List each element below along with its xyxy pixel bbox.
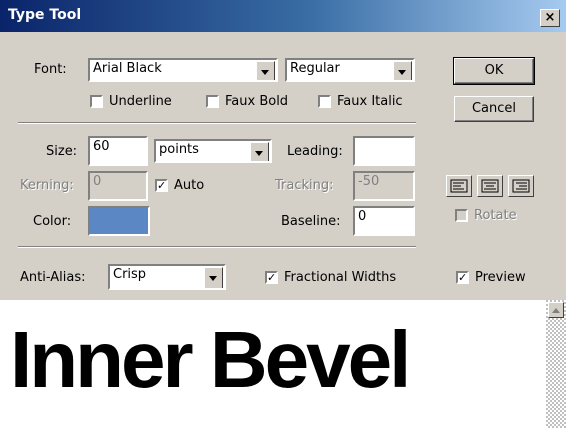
font-label: Font: [34, 62, 67, 77]
underline-label: Underline [109, 94, 172, 109]
anti-alias-value: Crisp [113, 267, 147, 282]
leading-label: Leading: [287, 144, 343, 159]
font-style-value: Regular [290, 61, 340, 76]
rotate-checkbox [455, 209, 468, 222]
kerning-label: Kerning: [20, 178, 74, 193]
faux-bold-checkbox[interactable] [206, 95, 219, 108]
size-unit-dropdown[interactable]: points [154, 139, 272, 163]
ok-button[interactable]: OK [453, 57, 535, 85]
preview-scrollbar[interactable] [546, 300, 566, 428]
kerning-auto-label: Auto [174, 178, 205, 193]
divider [18, 246, 416, 248]
baseline-label: Baseline: [281, 214, 341, 229]
scroll-up-button[interactable] [548, 302, 564, 318]
size-input[interactable]: 60 [88, 136, 148, 166]
align-center-button[interactable] [477, 175, 503, 197]
align-left-icon [450, 179, 468, 193]
color-swatch[interactable] [88, 206, 150, 236]
faux-italic-checkbox[interactable] [318, 95, 331, 108]
faux-italic-label: Faux Italic [337, 94, 403, 109]
anti-alias-dropdown[interactable]: Crisp [108, 264, 226, 290]
rotate-label: Rotate [474, 208, 517, 223]
color-label: Color: [33, 214, 72, 229]
size-label: Size: [46, 144, 78, 159]
chevron-down-icon [204, 267, 223, 288]
tracking-input: -50 [353, 171, 415, 201]
align-right-icon [512, 179, 530, 193]
window-title: Type Tool [8, 7, 82, 23]
cancel-button[interactable]: Cancel [454, 96, 534, 122]
underline-checkbox[interactable] [90, 95, 103, 108]
font-family-dropdown[interactable]: Arial Black [88, 58, 278, 82]
align-left-button[interactable] [446, 175, 472, 197]
tracking-label: Tracking: [275, 178, 334, 193]
size-unit-value: points [159, 142, 199, 157]
preview-text: Inner Bevel [10, 315, 411, 404]
kerning-input: 0 [88, 171, 148, 201]
title-bar [0, 0, 566, 32]
chevron-down-icon [256, 61, 275, 80]
kerning-auto-checkbox[interactable]: ✓ [155, 179, 168, 192]
anti-alias-label: Anti-Alias: [20, 270, 86, 285]
faux-bold-label: Faux Bold [225, 94, 289, 109]
divider [18, 122, 416, 124]
font-family-value: Arial Black [93, 61, 162, 76]
align-right-button[interactable] [508, 175, 534, 197]
leading-input[interactable] [353, 136, 415, 166]
chevron-down-icon [393, 61, 412, 80]
font-style-dropdown[interactable]: Regular [285, 58, 415, 82]
baseline-input[interactable]: 0 [353, 206, 415, 236]
chevron-down-icon [250, 142, 269, 161]
align-center-icon [481, 179, 499, 193]
close-button[interactable]: × [540, 9, 560, 27]
fractional-widths-checkbox[interactable]: ✓ [265, 271, 278, 284]
preview-checkbox[interactable]: ✓ [456, 271, 469, 284]
fractional-widths-label: Fractional Widths [284, 270, 397, 285]
preview-label: Preview [475, 270, 526, 285]
